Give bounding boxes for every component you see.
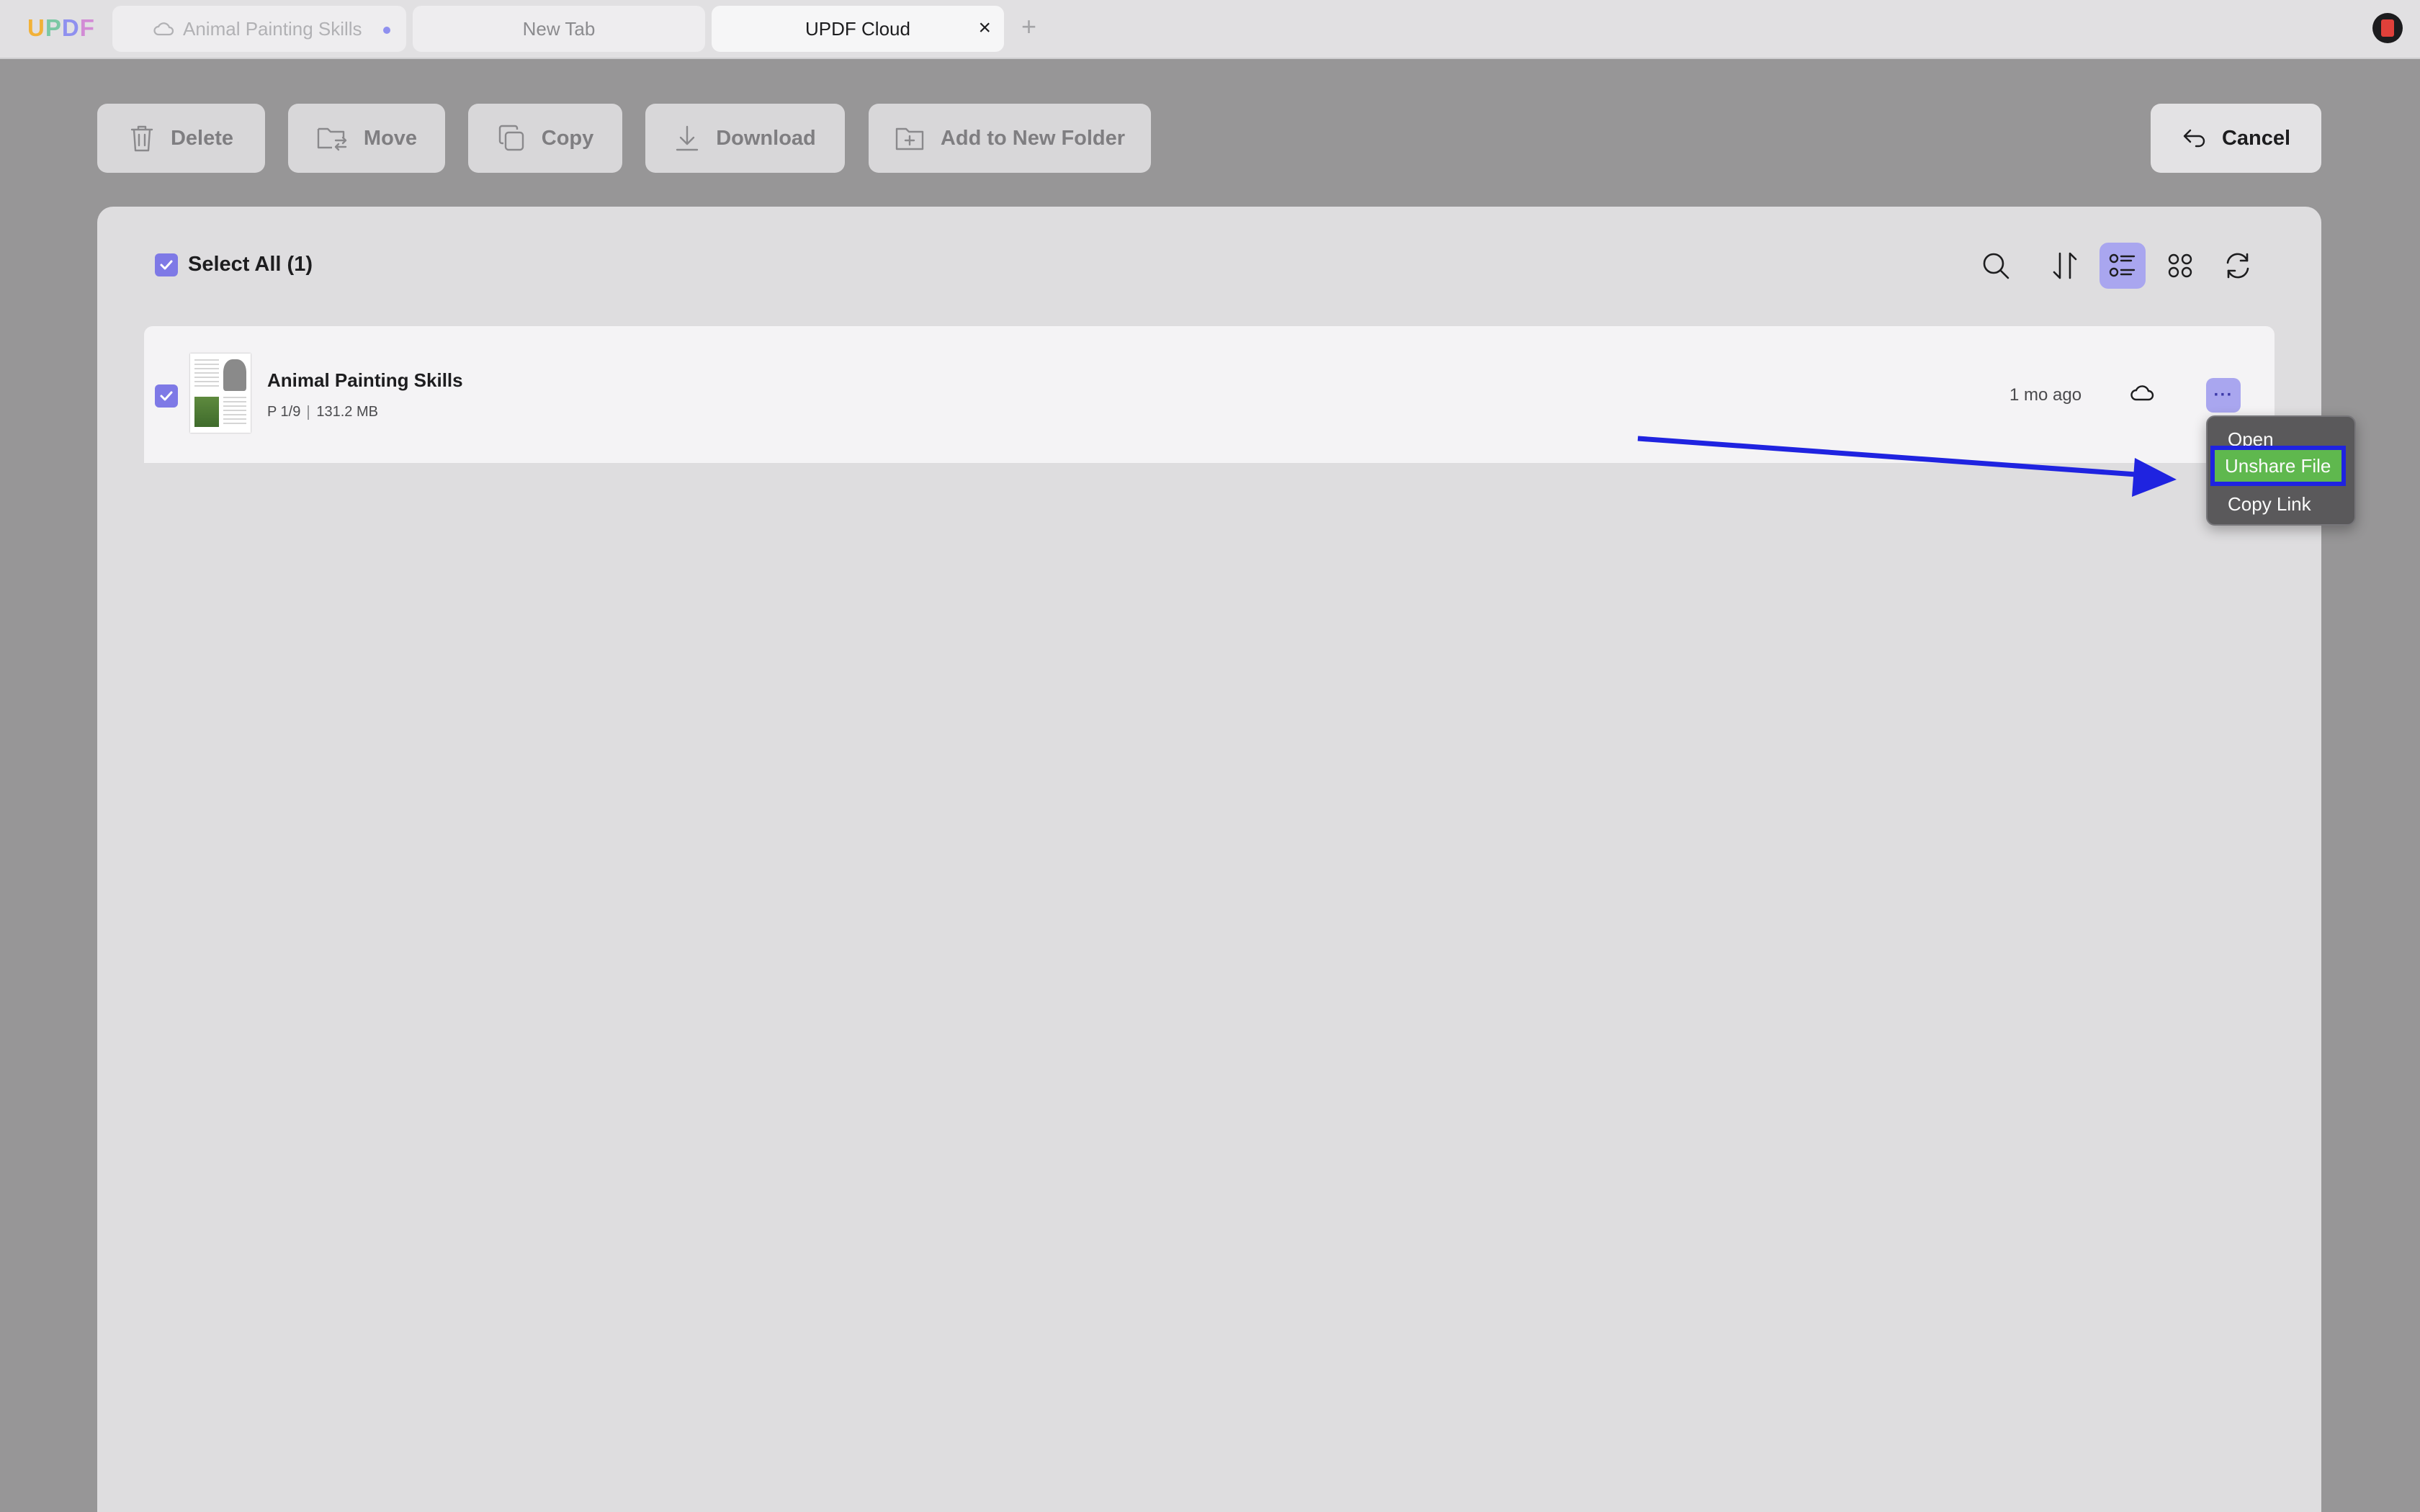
search-icon	[1983, 253, 2009, 279]
cloud-icon	[2130, 385, 2154, 401]
menu-item-copy-link[interactable]: Copy Link	[2228, 493, 2311, 516]
download-label: Download	[716, 126, 816, 150]
tab-title: Animal Painting Skills	[183, 17, 362, 40]
checkbox-checked-icon	[155, 253, 178, 276]
sort-button[interactable]	[2042, 243, 2088, 289]
menu-item-open[interactable]: Open	[2228, 428, 2274, 451]
grid-view-button[interactable]	[2157, 243, 2203, 289]
thumbnail-photo	[194, 397, 219, 427]
copy-button[interactable]: Copy	[468, 104, 622, 173]
select-all-checkbox[interactable]: Select All (1)	[155, 253, 313, 276]
back-arrow-icon	[2183, 129, 2205, 148]
cancel-button[interactable]: Cancel	[2151, 104, 2321, 173]
download-icon	[676, 125, 699, 151]
file-context-menu: Open Unshare File Copy Link	[2206, 415, 2356, 526]
move-label: Move	[363, 126, 418, 150]
thumbnail-text-lines	[223, 397, 246, 427]
close-tab-icon[interactable]: ×	[978, 16, 991, 40]
delete-label: Delete	[170, 126, 234, 150]
list-view-button[interactable]	[2099, 243, 2146, 289]
thumbnail-figure	[223, 359, 246, 391]
trash-icon	[130, 125, 153, 152]
tab-bar: UPDF Animal Painting Skills New Tab UPDF…	[0, 0, 2420, 59]
list-view-icon	[2109, 253, 2136, 277]
tab-updf-cloud[interactable]: UPDF Cloud ×	[712, 6, 1004, 52]
tab-title: New Tab	[522, 17, 596, 40]
add-to-new-folder-button[interactable]: Add to New Folder	[869, 104, 1151, 173]
checkmark-icon	[160, 391, 173, 401]
unsaved-dot-icon	[383, 27, 390, 34]
select-all-label: Select All (1)	[188, 253, 313, 276]
tab-title: UPDF Cloud	[805, 17, 910, 40]
thumbnail-text-lines	[194, 359, 219, 388]
pdf-badge-icon	[2381, 19, 2394, 37]
more-options-button[interactable]: ···	[2206, 378, 2241, 413]
add-to-new-folder-label: Add to New Folder	[940, 126, 1126, 150]
cancel-label: Cancel	[2221, 126, 2291, 150]
refresh-button[interactable]	[2215, 243, 2261, 289]
cloud-file-panel: Select All (1) Animal Painting Skills P …	[97, 207, 2321, 1512]
file-thumbnail	[190, 354, 251, 433]
file-row[interactable]: Animal Painting Skills P 1/9 131.2 MB 1 …	[144, 326, 2275, 463]
cloud-icon	[153, 22, 174, 36]
search-button[interactable]	[1973, 243, 2019, 289]
file-meta: P 1/9 131.2 MB	[267, 404, 378, 420]
copy-label: Copy	[541, 126, 594, 150]
updf-logo: UPDF	[27, 14, 95, 41]
tab-new-tab[interactable]: New Tab	[413, 6, 705, 52]
refresh-icon	[2226, 253, 2249, 279]
ellipsis-icon: ···	[2213, 385, 2233, 405]
file-modified-time: 1 mo ago	[2009, 385, 2082, 405]
sort-icon	[2053, 252, 2077, 279]
menu-item-unshare-file[interactable]: Unshare File	[2210, 446, 2346, 486]
copy-icon	[498, 125, 524, 151]
grid-view-icon	[2168, 253, 2192, 278]
file-checkbox[interactable]	[155, 384, 178, 408]
tab-animal-painting-skills[interactable]: Animal Painting Skills	[112, 6, 406, 52]
file-name: Animal Painting Skills	[267, 369, 463, 391]
folder-move-icon	[317, 127, 347, 151]
folder-plus-icon	[895, 127, 924, 150]
download-button[interactable]: Download	[645, 104, 845, 173]
avatar[interactable]	[2372, 13, 2403, 43]
delete-button[interactable]: Delete	[97, 104, 265, 173]
meta-divider	[308, 405, 310, 420]
new-tab-button[interactable]: +	[1021, 12, 1036, 42]
file-size: 131.2 MB	[316, 404, 378, 420]
move-button[interactable]: Move	[288, 104, 445, 173]
file-pages: P 1/9	[267, 404, 301, 420]
